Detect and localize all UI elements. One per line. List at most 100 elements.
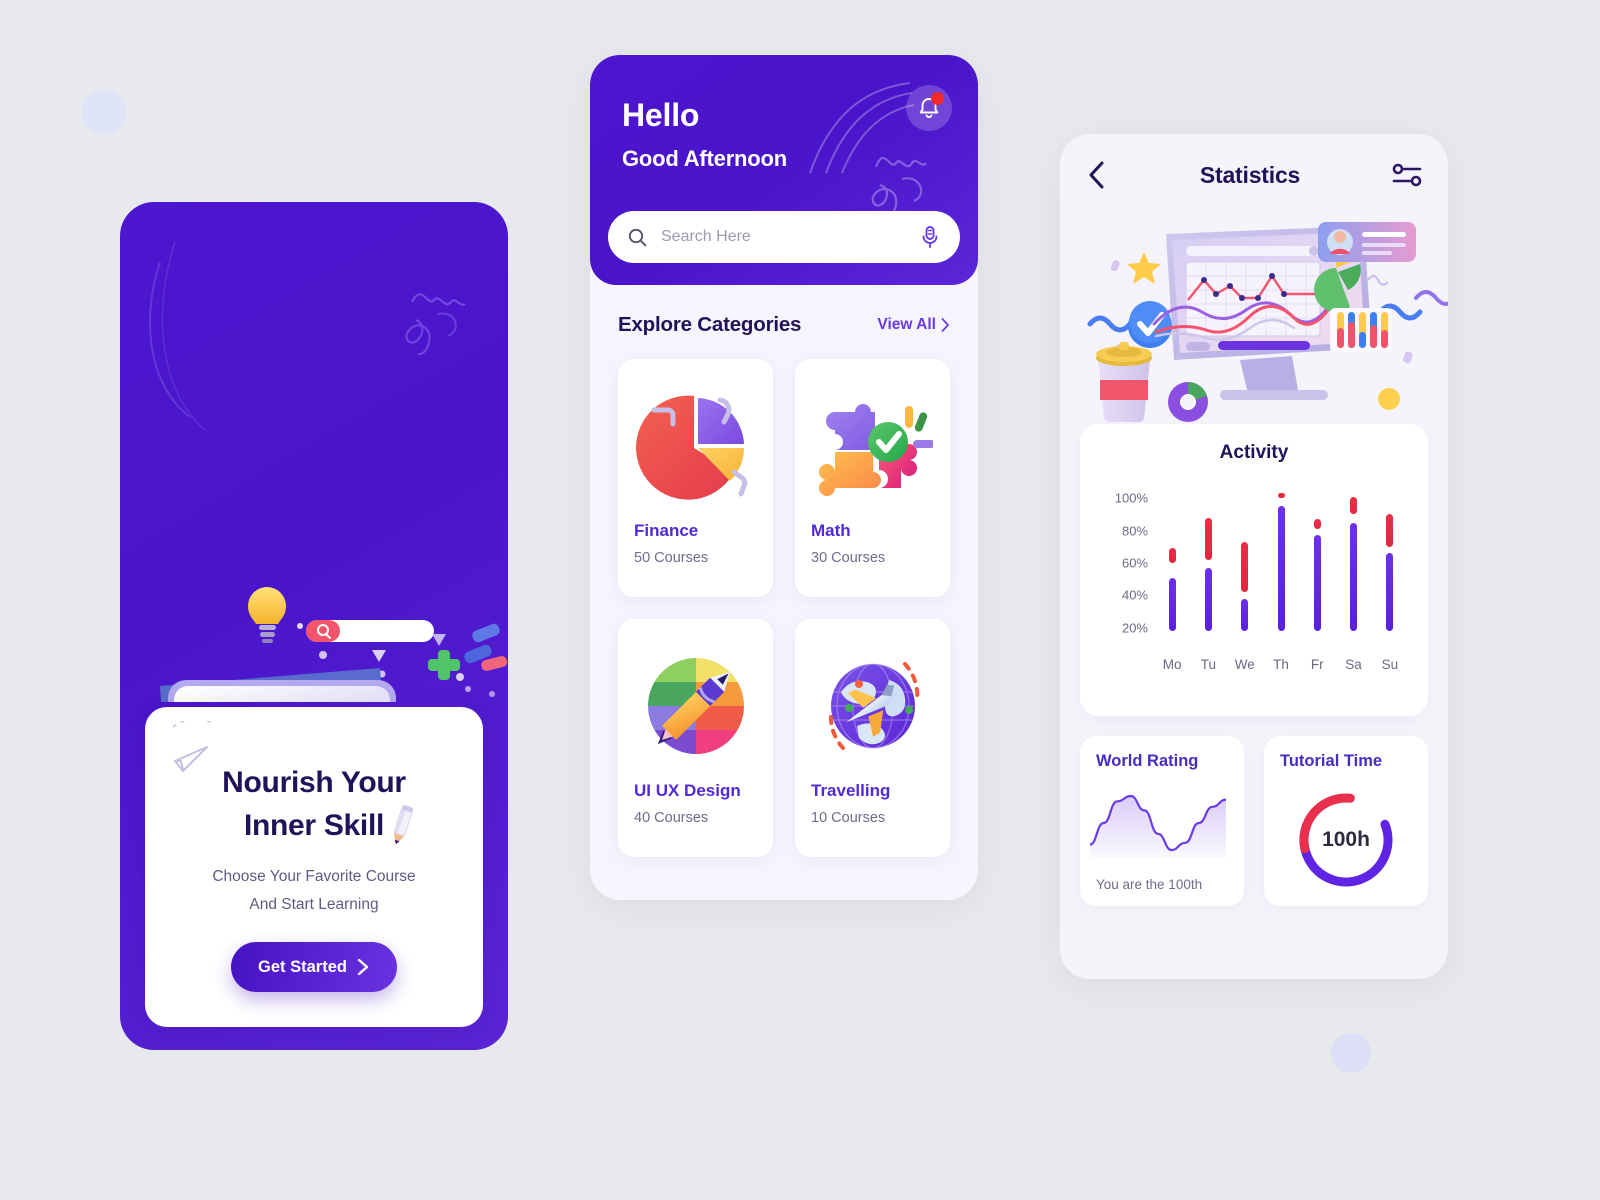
paper-plane-icon (172, 721, 214, 772)
category-card-math[interactable]: Math 30 Courses (795, 359, 950, 597)
chart-x-tick: Mo (1162, 657, 1182, 672)
chart-y-tick: 20% (1121, 620, 1148, 636)
chart-bar-red (1350, 496, 1358, 515)
chart-y-tick: 60% (1121, 555, 1148, 571)
chart-x-tick: Tu (1200, 657, 1217, 672)
chart-plot-area (1154, 482, 1408, 644)
categories-grid: Finance 50 Courses Math 30 Courses UI UX… (618, 359, 950, 857)
chevron-left-icon[interactable] (1086, 160, 1108, 190)
notification-button[interactable] (906, 85, 952, 131)
statistics-screen: Statistics Activity 20% 40% 60% 80% 100%… (1060, 134, 1448, 979)
chart-bar-purple (1277, 506, 1285, 632)
section-title: Explore Categories (618, 313, 802, 336)
world-rating-footer: You are the 100th (1096, 877, 1203, 892)
chart-x-tick: Fr (1310, 657, 1324, 672)
get-started-button[interactable]: Get Started (231, 942, 397, 993)
chart-bar-purple (1350, 522, 1358, 632)
chart-x-tick: We (1234, 657, 1255, 672)
chart-bar-red (1313, 519, 1321, 529)
activity-chart-title: Activity (1219, 442, 1289, 463)
onboarding-subtitle: Choose Your Favorite Course And Start Le… (145, 863, 483, 918)
world-rating-card[interactable]: World Rating You are the 100th (1080, 736, 1244, 906)
chart-bar-purple (1386, 553, 1394, 632)
chart-y-tick: 40% (1121, 587, 1148, 603)
world-rating-sparkline (1090, 794, 1226, 858)
home-screen: Hello Good Afternoon Search Here Explore… (590, 55, 978, 900)
home-body: Explore Categories View All Finance 50 C… (590, 285, 978, 857)
search-bar[interactable] (608, 211, 960, 263)
category-name: Math (811, 521, 851, 540)
chart-bar-group (1386, 482, 1394, 644)
chevron-right-icon (941, 318, 949, 332)
activity-chart-card: Activity 20% 40% 60% 80% 100% Mo Tu We Th Fr Sa Su (1080, 424, 1428, 716)
category-course-count: 30 Courses (811, 550, 886, 566)
onboarding-illustration (120, 202, 508, 868)
chart-bar-group (1277, 482, 1285, 644)
sliders-settings-icon[interactable] (1392, 162, 1422, 188)
category-name: Travelling (811, 781, 891, 800)
view-all-label: View All (877, 316, 936, 333)
onboarding-screen: Nourish Your Inner Skill Choose Your Fav… (120, 202, 508, 1050)
chart-bar-purple (1313, 535, 1321, 632)
category-course-count: 40 Courses (634, 810, 709, 826)
chevron-right-icon (357, 959, 369, 976)
category-course-count: 10 Courses (811, 810, 886, 826)
chart-x-tick: Su (1381, 657, 1399, 672)
pencil-pen-color-wheel-illustration (634, 633, 757, 779)
tutorial-time-title: Tutorial Time (1280, 752, 1383, 770)
puzzle-check-illustration (811, 373, 934, 519)
chart-bar-red (1386, 514, 1394, 547)
decorative-circle-top-left (82, 90, 126, 134)
decorative-signature (871, 157, 927, 211)
chart-y-tick: 100% (1114, 490, 1148, 506)
globe-airplane-illustration (811, 633, 934, 779)
section-header: Explore Categories View All (618, 313, 950, 337)
chart-y-axis: 20% 40% 60% 80% 100% (1102, 482, 1148, 644)
home-header: Hello Good Afternoon (590, 55, 978, 285)
microphone-icon[interactable] (920, 225, 940, 249)
tutorial-time-donut-wrap: 100h (1264, 788, 1428, 892)
chart-bar-group (1168, 482, 1176, 644)
chart-y-tick: 80% (1121, 523, 1148, 539)
tutorial-time-value: 100h (1322, 828, 1370, 851)
statistics-header: Statistics (1060, 134, 1448, 216)
tutorial-time-donut: 100h (1294, 788, 1398, 892)
chart-bar-purple (1204, 567, 1212, 632)
statistics-body: Activity 20% 40% 60% 80% 100% Mo Tu We Th Fr Sa Su… (1060, 424, 1448, 906)
chart-bar-group (1313, 482, 1321, 644)
subtitle-line-2: And Start Learning (249, 895, 379, 913)
category-name: Finance (634, 521, 699, 540)
page-title: Statistics (1199, 161, 1301, 188)
search-input[interactable] (661, 228, 906, 246)
chart-bar-red (1168, 548, 1176, 563)
category-name: UI UX Design (634, 781, 741, 800)
category-card-travelling[interactable]: Travelling 10 Courses (795, 619, 950, 857)
get-started-label: Get Started (258, 957, 347, 976)
pencil-icon (393, 805, 414, 845)
chart-bar-group (1350, 482, 1358, 644)
chart-bar-group (1204, 482, 1212, 644)
chart-bar-purple (1241, 598, 1249, 632)
view-all-button[interactable]: View All (877, 316, 950, 334)
statistics-illustration (1060, 216, 1448, 424)
title-line-2: Inner Skill (243, 808, 385, 842)
activity-chart: 20% 40% 60% 80% 100% Mo Tu We Th Fr Sa Su (1098, 482, 1410, 682)
category-card-finance[interactable]: Finance 50 Courses (618, 359, 773, 597)
subtitle-line-1: Choose Your Favorite Course (212, 868, 416, 886)
chart-bar-purple (1168, 577, 1176, 632)
notification-badge (931, 92, 944, 105)
chart-bar-red (1277, 493, 1285, 499)
chart-bar-red (1204, 517, 1212, 560)
chart-x-tick: Sa (1345, 657, 1362, 672)
onboarding-card: Nourish Your Inner Skill Choose Your Fav… (145, 707, 483, 1027)
search-icon (628, 228, 647, 246)
chart-bar-red (1241, 541, 1249, 593)
chart-x-tick: Th (1273, 657, 1289, 672)
chart-bar-group (1241, 482, 1249, 644)
category-card-ui-ux-design[interactable]: UI UX Design 40 Courses (618, 619, 773, 857)
pie-chart-illustration (634, 373, 757, 519)
decorative-circle-bottom-right (1331, 1033, 1371, 1073)
category-course-count: 50 Courses (634, 550, 709, 566)
tutorial-time-card[interactable]: Tutorial Time 100h (1264, 736, 1428, 906)
screenshot-canvas: Nourish Your Inner Skill Choose Your Fav… (0, 0, 1600, 1200)
